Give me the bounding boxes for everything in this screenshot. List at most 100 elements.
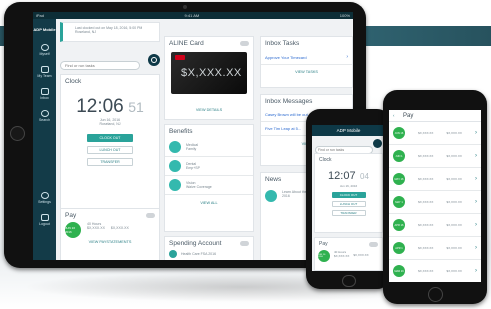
phone-pay-title-row: Pay: [315, 238, 382, 250]
message-label: Five Tim Leap at 5...: [265, 126, 302, 131]
spending-toggle[interactable]: [240, 241, 249, 246]
phone-small-screen: ADP Mobile Clock 12:07 04 Jun 16, 2016 C…: [312, 125, 385, 271]
phone-small-header-title: ADP Mobile: [336, 128, 361, 133]
pay-history-row[interactable]: MAR 16 $X,XXX.XX $X,XXX.XX ›: [389, 260, 481, 282]
phone-search-bar[interactable]: [315, 138, 382, 154]
pay-history-row[interactable]: JUN 16 $X,XXX.XX $X,XXX.XX ›: [389, 122, 481, 145]
aline-card-image[interactable]: $X,XXX.XX: [171, 52, 247, 94]
sidebar-label: Search: [38, 118, 51, 122]
sidebar-item-inbox[interactable]: Inbox: [33, 83, 56, 105]
benefit-item-vision[interactable]: Vision Waive Coverage: [165, 176, 253, 195]
search-button[interactable]: [148, 54, 160, 66]
phone-clock-out-button[interactable]: CLOCK OUT: [331, 192, 366, 198]
pay-amount-1: $X,XXX.XX: [87, 226, 105, 230]
phone-clock-date: Jun 16, 2016: [339, 184, 358, 188]
phone-pay-toggle[interactable]: [369, 242, 378, 247]
phone-clock-seconds: 04: [360, 172, 369, 181]
pay-title: Pay: [65, 212, 77, 219]
phone-clock-title: Clock: [319, 157, 332, 163]
pay-history-row[interactable]: JUN 1 $X,XXX.XX $X,XXX.XX ›: [389, 145, 481, 168]
phone-small-home-button[interactable]: [342, 275, 356, 287]
pay-history-badge: MAY 1: [393, 196, 405, 208]
lunch-out-button[interactable]: LUNCH OUT: [87, 146, 133, 154]
inbox-icon: [40, 88, 49, 95]
phone-transfer-button[interactable]: TRANSFER: [331, 210, 366, 216]
aline-toggle[interactable]: [240, 41, 249, 46]
benefit-sub: Emp+SP: [186, 166, 200, 170]
search-bar[interactable]: [60, 54, 160, 70]
spending-account-card: Spending Account Health Care FSA 2016: [164, 236, 254, 260]
spending-item[interactable]: Health Care FSA 2016: [165, 250, 253, 258]
pay-history-badge: JUN 1: [393, 150, 405, 162]
dental-icon: [169, 160, 181, 172]
benefits-card: Benefits Medical Family Dental Emp+SP Visi…: [164, 124, 254, 232]
sidebar-item-search[interactable]: Search: [33, 105, 56, 127]
chevron-right-icon: ›: [474, 245, 477, 251]
pay-history-amount-1: $X,XXX.XX: [418, 154, 434, 158]
phone-pay-row[interactable]: JUN 16 2016 40 Hours $X,XXX.XX $X,XXX.XX: [315, 250, 382, 262]
adp-logo: [175, 55, 185, 60]
clock-card: Clock 12:06 51 Jun 16, 2016 Roseland, NJ…: [60, 74, 160, 214]
aline-view-details-link[interactable]: VIEW DETAILS: [165, 108, 253, 112]
phone-large-header: ‹ Pay: [389, 110, 481, 122]
chevron-right-icon: ›: [474, 176, 477, 182]
sidebar-item-myself[interactable]: Myself: [33, 39, 56, 61]
transfer-button[interactable]: TRANSFER: [87, 158, 133, 166]
inbox-tasks-card: Inbox Tasks Approve Your Timecard › VIEW…: [260, 36, 353, 88]
home-button[interactable]: [10, 126, 25, 141]
last-login-line2: Roseland, NJ: [75, 30, 97, 34]
chevron-left-icon[interactable]: ‹: [393, 113, 395, 118]
sidebar-label: My Team: [37, 74, 52, 78]
pay-row[interactable]: JUN 16 2016 40 Hours $X,XXX.XX $X,XXX.XX: [61, 222, 159, 238]
clock-out-button[interactable]: CLOCK OUT: [87, 134, 133, 142]
pay-history-amount-1: $X,XXX.XX: [418, 269, 434, 273]
phone-lunch-out-button[interactable]: LUNCH OUT: [331, 201, 366, 207]
search-icon: [40, 110, 49, 117]
pay-date-badge: JUN 16 2016: [65, 222, 81, 238]
benefits-view-all-link[interactable]: VIEW ALL: [165, 201, 253, 205]
pay-history-row[interactable]: APR 1 $X,XXX.XX $X,XXX.XX ›: [389, 237, 481, 260]
sidebar-label: Settings: [38, 200, 51, 204]
status-bar: iPad 9:41 AM 100%: [33, 12, 353, 19]
status-carrier: iPad: [36, 13, 45, 18]
chevron-right-icon: ›: [474, 268, 477, 274]
view-paystatements-link[interactable]: VIEW PAYSTATEMENTS: [61, 240, 159, 244]
benefit-sub: Waive Coverage: [186, 185, 212, 189]
app-logo: ADP Mobile: [33, 19, 56, 39]
search-input[interactable]: [60, 61, 140, 70]
task-item[interactable]: Approve Your Timecard ›: [261, 50, 352, 65]
pay-history-row[interactable]: APR 16 $X,XXX.XX $X,XXX.XX ›: [389, 214, 481, 237]
clock-time-row: 12:06 51: [61, 96, 159, 118]
task-item-label: Approve Your Timecard: [265, 54, 307, 60]
pay-history-amount-2: $X,XXX.XX: [446, 246, 462, 250]
phone-small-header: ADP Mobile: [312, 125, 385, 136]
benefit-item-dental[interactable]: Dental Emp+SP: [165, 157, 253, 176]
inbox-tasks-title: Inbox Tasks: [265, 40, 300, 47]
pay-history-badge: APR 1: [393, 242, 405, 254]
sidebar-item-my-team[interactable]: My Team: [33, 61, 56, 83]
status-battery: 100%: [339, 13, 350, 18]
sidebar-item-settings[interactable]: Settings: [33, 187, 56, 209]
spending-title: Spending Account: [169, 240, 222, 247]
tablet-screen: iPad 9:41 AM 100% ADP Mobile Myself My T…: [33, 12, 353, 260]
pay-history-row[interactable]: MAY 16 $X,XXX.XX $X,XXX.XX ›: [389, 168, 481, 191]
pay-history-badge: MAY 16: [393, 173, 405, 185]
pay-toggle[interactable]: [146, 213, 155, 218]
health-icon: [169, 250, 177, 258]
view-tasks-link[interactable]: VIEW TASKS: [261, 70, 352, 74]
sidebar-item-logout[interactable]: Logout: [33, 209, 56, 231]
last-login-card: Last clocked out on May 18, 2016, 5:00 P…: [60, 22, 160, 42]
phone-clock-time: 12:07: [328, 170, 356, 182]
pay-history-amount-2: $X,XXX.XX: [446, 223, 462, 227]
aline-title: ALINE Card: [169, 40, 204, 47]
chevron-right-icon: ›: [474, 153, 477, 159]
person-icon: [40, 44, 49, 51]
chevron-right-icon: ›: [346, 54, 348, 60]
sidebar: ADP Mobile Myself My Team Inbox Search S…: [33, 19, 56, 260]
benefit-item-medical[interactable]: Medical Family: [165, 138, 253, 157]
pay-history-row[interactable]: MAY 1 $X,XXX.XX $X,XXX.XX ›: [389, 191, 481, 214]
phone-large-home-button[interactable]: [428, 287, 443, 302]
pay-title-row: Pay: [61, 209, 159, 222]
chevron-right-icon: ›: [474, 222, 477, 228]
phone-search-button[interactable]: [373, 139, 382, 148]
